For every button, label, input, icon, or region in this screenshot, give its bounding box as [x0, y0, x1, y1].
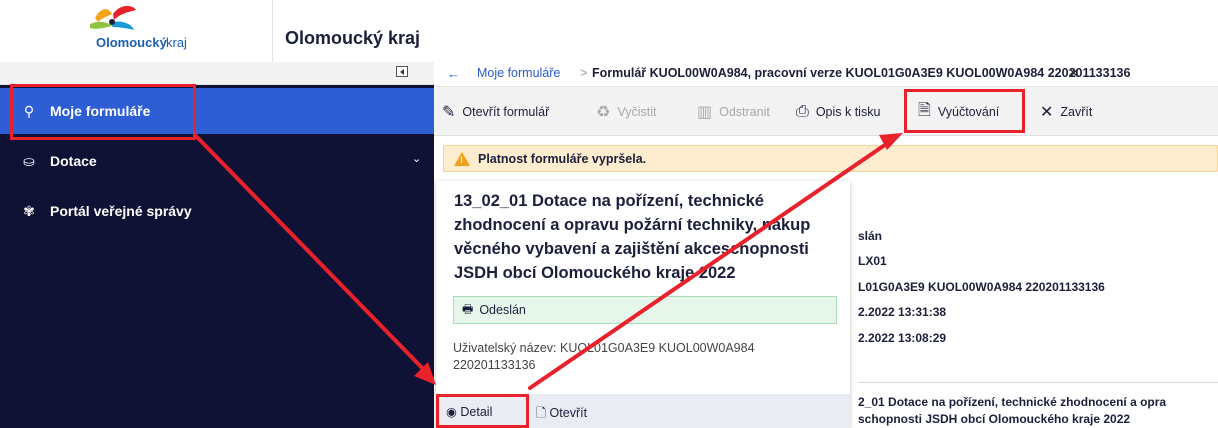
clear-button[interactable]: ♻ Vyčistit: [596, 98, 656, 126]
detail-status: slán: [858, 229, 883, 243]
annotation-box-detail: [436, 394, 529, 428]
breadcrumb-separator: >: [580, 66, 588, 80]
breadcrumb-link[interactable]: Moje formuláře: [477, 66, 560, 80]
svg-text:Olomoucký: Olomoucký: [96, 35, 168, 50]
pdf-icon: ⎙: [796, 103, 809, 120]
card-title: 13_02_01 Dotace na pořízení, technické z…: [454, 192, 811, 282]
chevron-down-icon[interactable]: ⌄: [412, 152, 421, 165]
sidebar-item-portal[interactable]: ✾ Portál veřejné správy: [0, 188, 434, 234]
document-icon: 🗋: [536, 406, 547, 420]
svg-text:kraj: kraj: [166, 35, 187, 50]
detail-date-sent: 2.2022 13:31:38: [858, 305, 947, 319]
open-label: Otevřít: [549, 406, 588, 420]
status-badge: 🖶 Odeslán: [453, 296, 837, 324]
edit-icon: ✎: [442, 104, 456, 121]
sidebar-item-label: Dotace: [50, 153, 97, 169]
sidebar-collapse-row: [0, 62, 434, 85]
sent-icon: 🖶: [462, 301, 474, 316]
open-form-button[interactable]: ✎ Otevřít formulář: [442, 98, 549, 126]
print-copy-button[interactable]: ⎙ Opis k tisku: [796, 98, 880, 126]
sidebar-item-dotace[interactable]: ⛀ Dotace: [0, 138, 434, 184]
warning-banner: ! Platnost formuláře vypršela.: [443, 145, 1218, 172]
card-user-name: Uživatelský název: KUOL01G0A3E9 KUOL00W0…: [453, 341, 755, 372]
sidebar-item-label: Portál veřejné správy: [50, 203, 192, 219]
detail-code: LX01: [858, 254, 887, 268]
close-icon: ✕: [1040, 104, 1054, 121]
recycle-icon: ♻: [596, 104, 611, 121]
header-divider: [272, 0, 273, 62]
detail-divider: [858, 382, 1218, 383]
back-arrow-icon[interactable]: ←: [447, 66, 460, 81]
emblem-icon: ✾: [23, 202, 35, 219]
breadcrumb-current: Formulář KUOL00W0A984, pracovní verze KU…: [592, 66, 1131, 80]
olomoucky-kraj-logo: Olomoucký kraj: [90, 5, 187, 50]
detail-title-line2: schopnosti JSDH obcí Olomouckého kraje 2…: [858, 412, 1131, 426]
annotation-box-billing: [904, 89, 1025, 133]
detail-title-line1: 2_01 Dotace na pořízení, technické zhodn…: [858, 395, 1167, 409]
open-form-label: Otevřít formulář: [462, 105, 550, 119]
app-title: Olomoucký kraj: [285, 28, 421, 48]
money-hand-icon: ⛀: [23, 152, 35, 169]
trash-icon: ▥: [697, 104, 713, 121]
logo-area: Olomoucký kraj: [0, 0, 272, 63]
print-copy-label: Opis k tisku: [815, 105, 881, 119]
clear-label: Vyčistit: [617, 105, 657, 119]
warning-icon: !: [454, 151, 470, 166]
detail-user-name: L01G0A3E9 KUOL00W0A984 220201133136: [858, 280, 1105, 294]
open-button[interactable]: 🗋 Otevřít: [536, 404, 587, 425]
close-label: Zavřít: [1060, 105, 1093, 119]
status-text: Odeslán: [479, 303, 526, 317]
collapse-sidebar-icon[interactable]: [396, 66, 408, 77]
delete-button[interactable]: ▥ Odstranit: [697, 98, 770, 126]
annotation-box-moje-formulare: [10, 84, 196, 140]
delete-label: Odstranit: [719, 105, 770, 119]
warning-text: Platnost formuláře vypršela.: [478, 151, 647, 166]
detail-date-created: 2.2022 13:08:29: [858, 331, 947, 345]
close-tab-icon[interactable]: ✕: [1068, 65, 1080, 82]
close-button[interactable]: ✕ Zavřít: [1040, 98, 1092, 126]
